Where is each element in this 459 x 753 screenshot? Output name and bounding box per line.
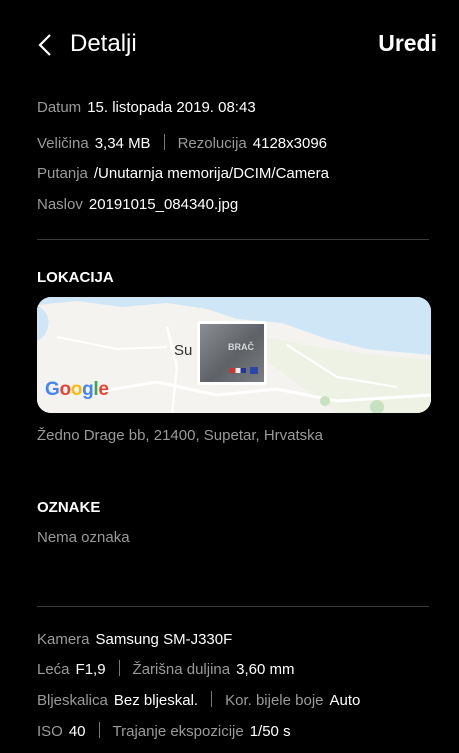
resolution-label: Rezolucija <box>177 135 247 152</box>
separator <box>163 134 165 150</box>
white-balance-value: Auto <box>329 692 361 709</box>
date-row: Datum 15. listopada 2019. 08:43 <box>37 98 256 118</box>
size-label: Veličina <box>37 135 89 152</box>
photo-thumbnail[interactable]: BRAČ <box>197 321 267 385</box>
date-label: Datum <box>37 99 82 116</box>
size-resolution-row: Veličina 3,34 MB Rezolucija 4128x3096 <box>37 134 327 154</box>
flash-value: Bez bljeskal. <box>113 692 199 709</box>
name-row: Naslov 20191015_084340.jpg <box>37 195 238 215</box>
map-town-label: Su <box>174 342 193 359</box>
exposure-label: Trajanje ekspozicije <box>112 723 244 740</box>
location-map[interactable]: Su Google BRAČ <box>37 297 431 413</box>
separator <box>211 691 213 707</box>
google-logo: Google <box>45 379 109 400</box>
path-row: Putanja/Unutarnja memorija/DCIM/Camera <box>37 164 329 184</box>
name-label: Naslov <box>37 196 83 213</box>
exposure-value: 1/50 s <box>249 723 291 740</box>
iso-value: 40 <box>68 723 86 740</box>
flag-icon <box>230 368 246 373</box>
name-value: 20191015_084340.jpg <box>88 196 239 213</box>
eu-flag-icon <box>250 367 258 374</box>
path-label: Putanja <box>37 165 88 182</box>
tags-heading: OZNAKE <box>37 499 101 516</box>
focal-length-value: 3,60 mm <box>236 661 295 678</box>
page-title: Detalji <box>70 30 137 57</box>
lens-label: Leća <box>37 661 70 678</box>
iso-exposure-row: ISO 40 Trajanje ekspozicije 1/50 s <box>37 722 291 742</box>
white-balance-label: Kor. bijele boje <box>225 692 324 709</box>
separator <box>118 660 120 676</box>
thumbnail-text: BRAČ <box>228 342 254 352</box>
lens-value: F1,9 <box>75 661 106 678</box>
back-button[interactable] <box>33 28 57 62</box>
chevron-left-icon <box>38 34 51 56</box>
flash-wb-row: Bljeskalica Bez bljeskal. Kor. bijele boje… <box>37 691 360 711</box>
separator <box>98 722 100 738</box>
location-heading: LOKACIJA <box>37 269 114 286</box>
camera-row: Kamera Samsung SM-J330F <box>37 630 232 650</box>
location-address: Žedno Drage bb, 21400, Supetar, Hrvatska <box>37 427 324 444</box>
iso-label: ISO <box>37 723 63 740</box>
divider <box>37 606 429 607</box>
size-value: 3,34 MB <box>94 135 151 152</box>
app-bar: Detalji Uredi <box>0 0 459 90</box>
camera-label: Kamera <box>37 631 90 648</box>
camera-value: Samsung SM-J330F <box>95 631 233 648</box>
tags-empty-text: Nema oznaka <box>37 529 130 546</box>
lens-focal-row: Leća F1,9 Žarišna duljina 3,60 mm <box>37 660 294 680</box>
edit-button[interactable]: Uredi <box>378 30 437 57</box>
resolution-value: 4128x3096 <box>252 135 328 152</box>
date-value: 15. listopada 2019. 08:43 <box>87 99 256 116</box>
path-value: /Unutarnja memorija/DCIM/Camera <box>93 165 329 182</box>
focal-length-label: Žarišna duljina <box>132 661 231 678</box>
divider <box>37 239 429 240</box>
flash-label: Bljeskalica <box>37 692 108 709</box>
